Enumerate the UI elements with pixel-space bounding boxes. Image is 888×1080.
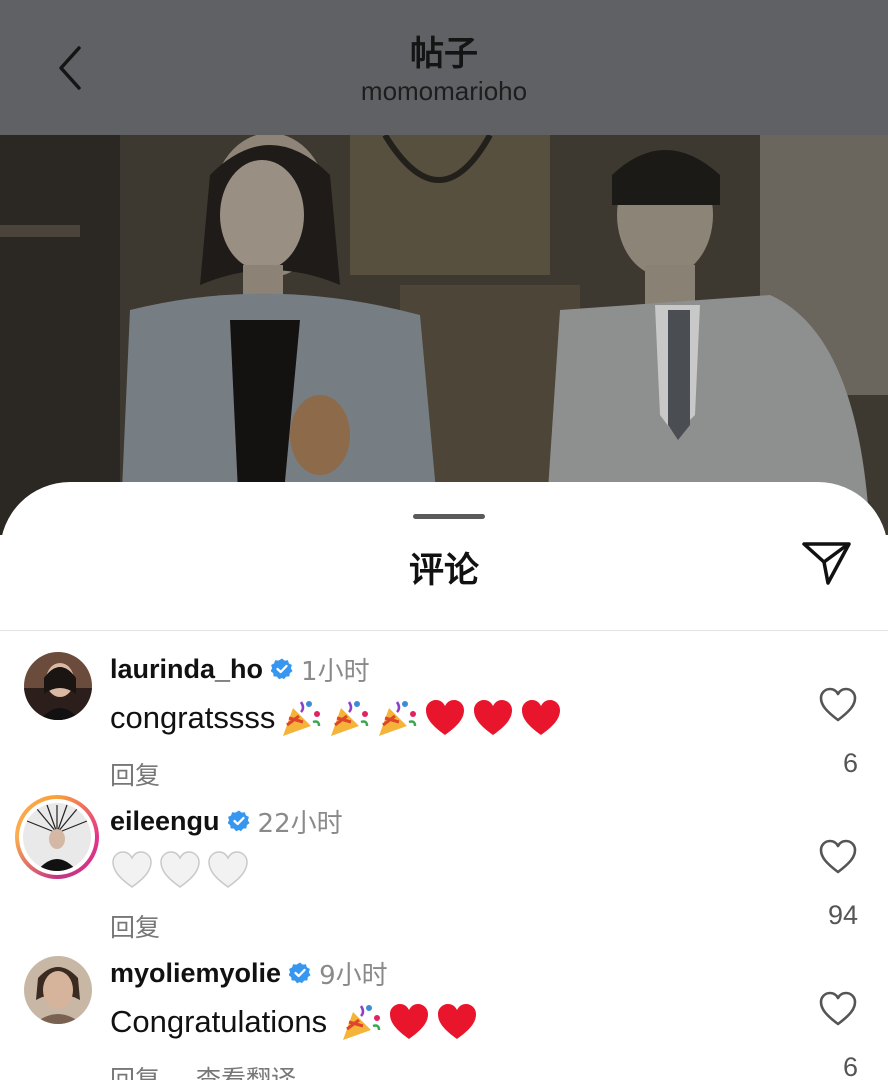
comment-timestamp: 22小时 [257, 808, 343, 839]
comment-body: Congratulations [110, 1004, 328, 1039]
sheet-grabber[interactable] [413, 514, 485, 519]
comment-text: Congratulations [110, 1000, 479, 1044]
reply-button[interactable]: 回复 [110, 908, 160, 944]
page-title: 帖子 [410, 34, 478, 74]
reply-button[interactable]: 回复 [110, 756, 160, 792]
like-button[interactable] [818, 990, 858, 1028]
verified-badge-icon [271, 658, 293, 680]
comment-item: myoliemyolie 9小时 Congratulations 回复 查看翻译… [0, 956, 888, 1080]
like-button[interactable] [818, 686, 858, 724]
comment-username[interactable]: eileengu [110, 806, 220, 837]
comment-timestamp: 1小时 [301, 656, 370, 687]
verified-badge-icon [289, 962, 311, 984]
white-heart-icon [158, 848, 202, 892]
red-heart-icon [471, 696, 515, 740]
comment-timestamp: 9小时 [319, 960, 388, 991]
white-heart-icon [110, 848, 154, 892]
comment-meta: eileengu 22小时 [110, 804, 343, 839]
comment-text: congratssss [110, 696, 563, 740]
comments-sheet: 评论 laurinda_ho 1小时 congratssss 回复 6 eile… [0, 482, 888, 1080]
comment-meta: myoliemyolie 9小时 [110, 956, 388, 991]
red-heart-icon [387, 1000, 431, 1044]
post-photo [0, 135, 888, 535]
divider [0, 630, 888, 631]
party-popper-icon [339, 1000, 383, 1044]
avatar[interactable] [24, 956, 92, 1024]
party-popper-icon [279, 696, 323, 740]
comment-actions: 回复 查看翻译 [110, 1060, 296, 1080]
share-button[interactable] [800, 538, 854, 588]
paper-plane-icon [802, 542, 851, 585]
reply-button[interactable]: 回复 [110, 1060, 160, 1080]
party-popper-icon [375, 696, 419, 740]
sheet-title: 评论 [408, 551, 479, 591]
verified-badge-icon [227, 810, 250, 832]
comment-item: laurinda_ho 1小时 congratssss 回复 6 [0, 652, 888, 802]
red-heart-icon [435, 1000, 479, 1044]
like-count: 6 [842, 748, 858, 778]
white-heart-icon [206, 848, 250, 892]
like-button[interactable] [818, 838, 858, 876]
red-heart-icon [423, 696, 467, 740]
comment-username[interactable]: myoliemyolie [110, 958, 281, 989]
avatar[interactable] [24, 652, 92, 720]
party-popper-icon [327, 696, 371, 740]
comment-item: eileengu 22小时 回复 94 [0, 795, 888, 954]
comment-actions: 回复 [110, 908, 160, 944]
red-heart-icon [519, 696, 563, 740]
like-count: 94 [827, 900, 858, 930]
heart-outline-icon [819, 991, 857, 1026]
like-count: 6 [842, 1052, 858, 1080]
top-bar: 帖子 momomarioho [0, 0, 888, 135]
see-translation-button[interactable]: 查看翻译 [196, 1060, 296, 1080]
comment-actions: 回复 [110, 756, 160, 792]
heart-outline-icon [819, 839, 857, 874]
story-ring-avatar[interactable] [15, 795, 99, 879]
comment-meta: laurinda_ho 1小时 [110, 652, 370, 687]
post-author-username[interactable]: momomarioho [0, 76, 888, 107]
heart-outline-icon [819, 687, 857, 722]
comment-username[interactable]: laurinda_ho [110, 654, 263, 685]
comment-text [106, 848, 250, 892]
comment-body: congratssss [110, 700, 276, 735]
